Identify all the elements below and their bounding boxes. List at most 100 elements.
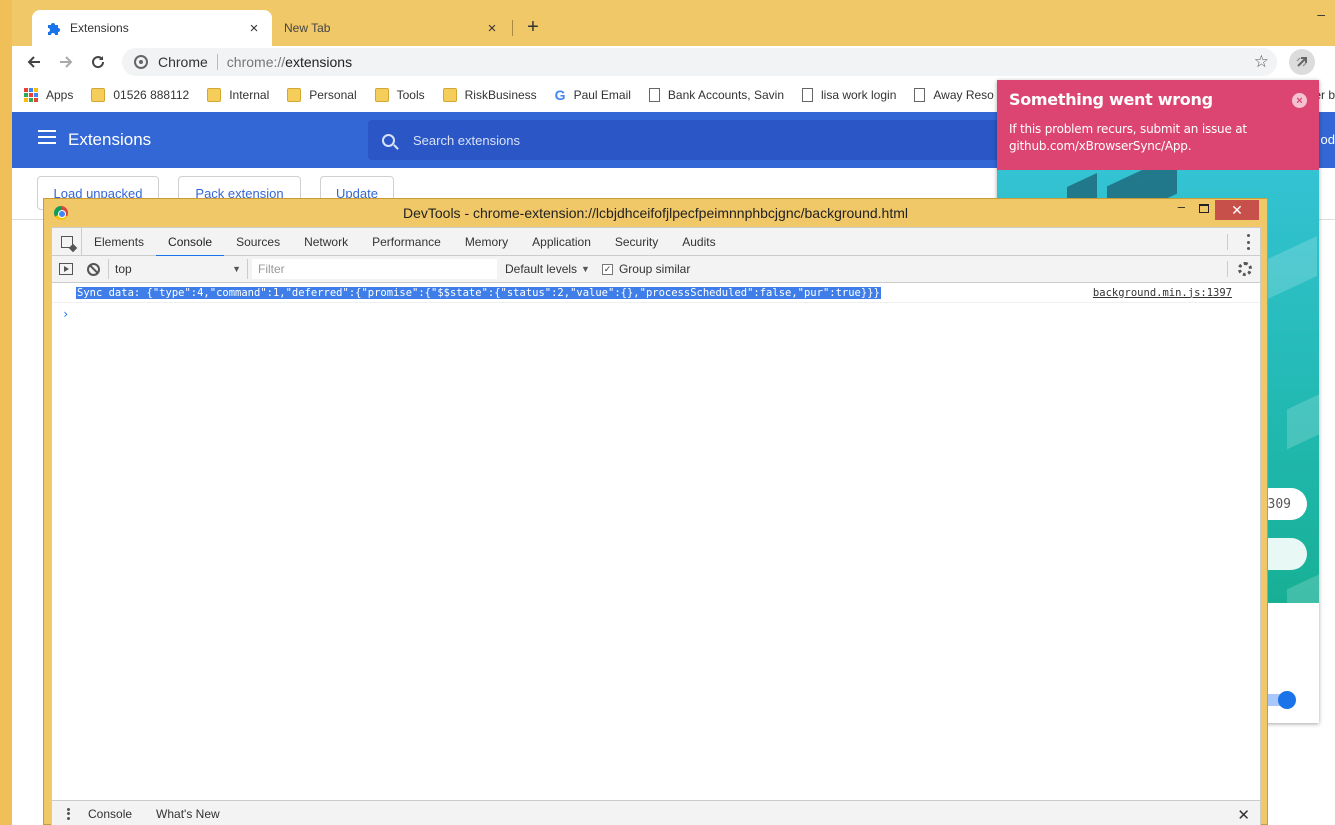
dropdown-arrow-icon: ▼ xyxy=(232,264,241,274)
minimize-button[interactable]: – xyxy=(1317,6,1325,22)
drawer-menu-icon[interactable] xyxy=(66,807,70,820)
xbrowsersync-extension-icon[interactable] xyxy=(1289,49,1315,75)
bookmark-folder[interactable]: Personal xyxy=(287,88,357,102)
bookmark-folder[interactable]: 01526 888112 xyxy=(91,88,189,102)
new-tab-button[interactable]: + xyxy=(522,16,544,38)
console-toolbar: top ▼ Filter Default levels ▼ ✓ Group si… xyxy=(52,256,1260,283)
bookmark-label: Away Reso xyxy=(933,88,994,102)
reload-icon[interactable] xyxy=(88,52,108,72)
bookmark-label: Apps xyxy=(46,88,74,102)
bookmark-folder[interactable]: Internal xyxy=(207,88,269,102)
page-icon xyxy=(914,88,926,102)
sidebar-toggle-icon[interactable] xyxy=(59,263,73,275)
bookmark-label: Personal xyxy=(309,88,357,102)
tab-title: Extensions xyxy=(70,21,129,35)
tab-new-tab[interactable]: New Tab × xyxy=(274,10,510,46)
more-options-icon[interactable] xyxy=(1246,234,1250,250)
star-icon[interactable]: ☆ xyxy=(1254,52,1269,72)
group-similar-checkbox[interactable]: ✓ Group similar xyxy=(601,262,691,276)
maximize-button[interactable] xyxy=(1199,204,1209,213)
folder-icon xyxy=(442,88,457,102)
devtools-drawer: Console What's New ✕ xyxy=(52,800,1260,825)
bookmark-folder[interactable]: RiskBusiness xyxy=(442,88,537,102)
bookmark-apps[interactable]: Apps xyxy=(24,88,73,102)
forward-arrow-icon[interactable] xyxy=(56,52,76,72)
tab-performance[interactable]: Performance xyxy=(360,228,453,256)
console-message-text[interactable]: Sync data: {"type":4,"command":1,"deferr… xyxy=(76,286,881,299)
close-icon[interactable]: ✕ xyxy=(1237,806,1250,824)
address-bar[interactable]: Chrome chrome:// extensions xyxy=(122,48,1277,76)
separator xyxy=(1227,261,1228,277)
close-tab-icon[interactable]: × xyxy=(484,20,500,37)
tab-extensions[interactable]: Extensions × xyxy=(32,10,272,46)
search-icon xyxy=(382,133,395,147)
context-selector[interactable]: top ▼ xyxy=(108,259,248,279)
devtools-panel: Elements Console Sources Network Perform… xyxy=(51,227,1261,825)
hamburger-menu-icon[interactable] xyxy=(38,130,56,144)
bookmark-label: Bank Accounts, Savin xyxy=(667,88,784,102)
bookmark-link[interactable]: lisa work login xyxy=(802,88,896,102)
bookmark-folder[interactable]: Tools xyxy=(374,88,425,102)
tab-memory[interactable]: Memory xyxy=(453,228,520,256)
folder-icon xyxy=(374,88,389,102)
bookmark-link[interactable]: Away Reso xyxy=(914,88,994,102)
close-icon[interactable]: × xyxy=(1292,93,1307,108)
checkbox-checked-icon[interactable]: ✓ xyxy=(601,263,613,275)
tab-console[interactable]: Console xyxy=(156,228,225,257)
devtools-window: DevTools - chrome-extension://lcbjdhceif… xyxy=(43,198,1268,825)
decorative-block xyxy=(1287,390,1319,450)
minimize-button[interactable]: – xyxy=(1178,199,1185,214)
filter-input[interactable]: Filter xyxy=(252,259,497,279)
apps-icon xyxy=(24,88,38,102)
dropdown-arrow-icon: ▼ xyxy=(581,264,590,274)
folder-icon xyxy=(91,88,106,102)
page-icon xyxy=(802,88,813,102)
log-levels-dropdown[interactable]: Default levels ▼ xyxy=(505,262,590,276)
devtools-title: DevTools - chrome-extension://lcbjdhceif… xyxy=(402,205,909,221)
bookmark-label: Tools xyxy=(396,88,425,102)
separator xyxy=(1227,234,1228,250)
bookmark-link[interactable]: G Paul Email xyxy=(555,87,631,103)
bookmark-link[interactable]: Bank Accounts, Savin xyxy=(648,88,784,102)
log-levels-label: Default levels xyxy=(505,262,578,276)
bookmark-label: RiskBusiness xyxy=(464,88,537,102)
decorative-block xyxy=(1287,570,1319,603)
search-input[interactable]: Search extensions xyxy=(368,120,1068,160)
inspect-element-icon[interactable] xyxy=(52,227,82,256)
back-arrow-icon[interactable] xyxy=(24,52,44,72)
tab-strip: Extensions × New Tab × + – xyxy=(12,0,1335,46)
drawer-tab-whats-new[interactable]: What's New xyxy=(156,807,220,821)
browser-toolbar: Chrome chrome:// extensions ☆ xyxy=(12,46,1335,78)
source-link[interactable]: background.min.js:1397 xyxy=(1093,287,1232,299)
gear-icon[interactable] xyxy=(1238,262,1252,276)
url-scheme: chrome:// xyxy=(226,54,286,70)
console-prompt[interactable]: › xyxy=(62,307,69,321)
devtools-tabbar: Elements Console Sources Network Perform… xyxy=(52,227,1260,257)
tab-network[interactable]: Network xyxy=(292,228,360,256)
search-placeholder: Search extensions xyxy=(413,132,520,148)
console-output[interactable]: Sync data: {"type":4,"command":1,"deferr… xyxy=(52,283,1260,800)
tab-audits[interactable]: Audits xyxy=(670,228,727,256)
alert-title: Something went wrong xyxy=(1009,90,1213,109)
omnibox-divider xyxy=(216,54,218,70)
bookmark-label: 01526 888112 xyxy=(113,88,190,102)
tab-sources[interactable]: Sources xyxy=(224,228,292,256)
alert-message: If this problem recurs, submit an issue … xyxy=(1009,122,1247,153)
bookmark-label: Paul Email xyxy=(573,88,631,102)
tab-application[interactable]: Application xyxy=(520,228,603,256)
bookmark-label: Internal xyxy=(229,88,270,102)
folder-icon xyxy=(287,88,302,102)
chrome-site-icon xyxy=(134,55,148,69)
close-window-button[interactable]: ✕ xyxy=(1215,200,1259,220)
folder-icon xyxy=(207,88,222,102)
puzzle-icon xyxy=(46,20,62,36)
group-similar-label: Group similar xyxy=(618,262,691,276)
clear-console-icon[interactable] xyxy=(87,262,100,276)
developer-mode-label: od xyxy=(1320,132,1335,147)
tab-security[interactable]: Security xyxy=(603,228,670,256)
tab-elements[interactable]: Elements xyxy=(82,228,156,256)
error-alert: Something went wrong If this problem rec… xyxy=(997,80,1319,170)
drawer-tab-console[interactable]: Console xyxy=(88,807,132,821)
devtools-titlebar: DevTools - chrome-extension://lcbjdhceif… xyxy=(44,199,1267,227)
close-tab-icon[interactable]: × xyxy=(246,20,262,37)
